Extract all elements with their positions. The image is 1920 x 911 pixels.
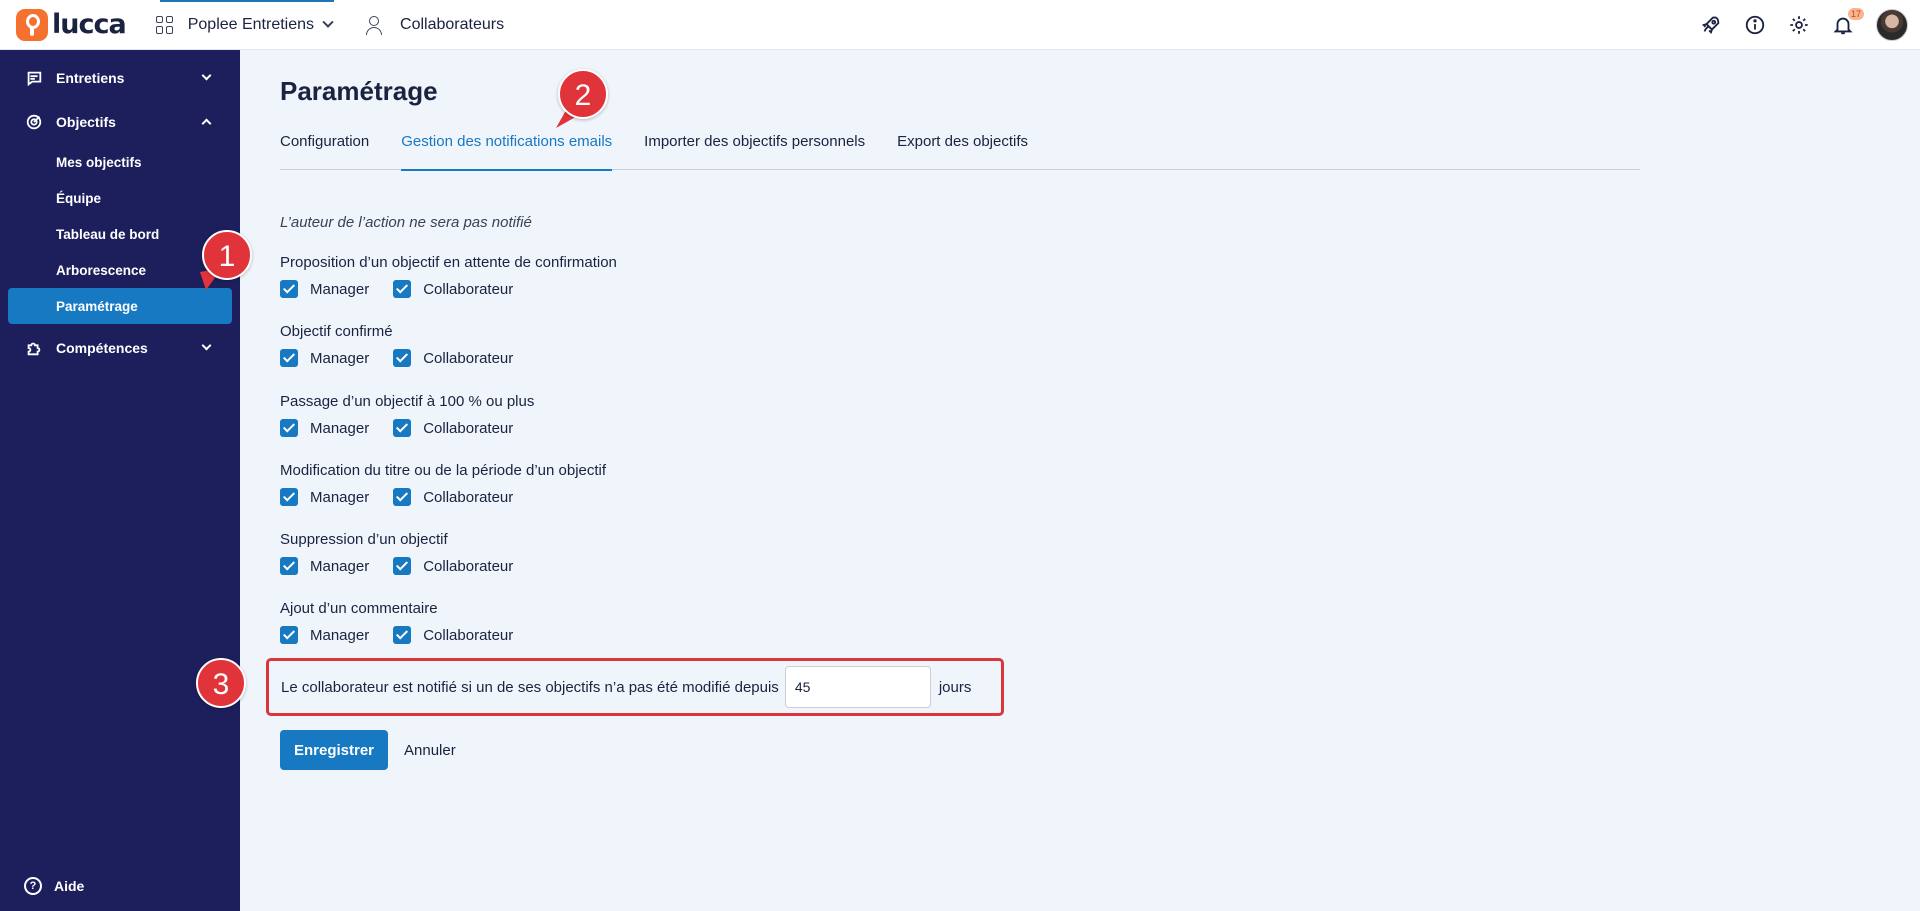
group-label: Proposition d’un objectif en attente de … bbox=[280, 254, 617, 271]
top-bar: lucca Poplee Entretiens Collaborateurs 1… bbox=[0, 0, 1920, 50]
rocket-icon[interactable] bbox=[1700, 14, 1722, 36]
collaborateur-checkbox[interactable]: Collaborateur bbox=[393, 280, 513, 298]
inactivity-delay-label: Le collaborateur est notifié si un de se… bbox=[281, 678, 779, 696]
sidebar-item-mes-objectifs[interactable]: Mes objectifs bbox=[0, 144, 240, 180]
sidebar-item-entretiens[interactable]: Entretiens bbox=[0, 56, 240, 100]
callout-badge-1: 1 bbox=[202, 230, 252, 280]
checkmark-icon bbox=[393, 626, 412, 644]
checkmark-icon bbox=[280, 280, 298, 298]
manager-checkbox[interactable]: Manager bbox=[280, 488, 369, 506]
sidebar-label-entretiens: Entretiens bbox=[56, 70, 125, 86]
chevron-down-icon bbox=[201, 70, 212, 81]
tab-export-objectifs[interactable]: Export des objectifs bbox=[897, 122, 1028, 170]
sidebar-item-competences[interactable]: Compétences bbox=[0, 326, 240, 370]
checkmark-icon bbox=[280, 349, 298, 367]
callout-badge-2: 2 bbox=[558, 69, 608, 119]
group-label: Modification du titre ou de la période d… bbox=[280, 462, 607, 479]
callout-badge-3: 3 bbox=[196, 658, 246, 708]
notification-group: Modification du titre ou de la période d… bbox=[280, 462, 1080, 506]
gear-icon[interactable] bbox=[1788, 14, 1810, 36]
chevron-down-icon bbox=[322, 16, 334, 28]
group-label: Objectif confirmé bbox=[280, 323, 393, 340]
tab-configuration[interactable]: Configuration bbox=[280, 122, 369, 170]
cancel-button[interactable]: Annuler bbox=[404, 730, 456, 770]
apps-grid-icon bbox=[155, 15, 174, 34]
checkmark-icon bbox=[280, 419, 298, 437]
tab-importer-objectifs[interactable]: Importer des objectifs personnels bbox=[644, 122, 865, 170]
collaborateurs-link[interactable]: Collaborateurs bbox=[366, 15, 505, 35]
sidebar-label-competences: Compétences bbox=[56, 340, 148, 356]
collaborateur-checkbox[interactable]: Collaborateur bbox=[393, 349, 513, 367]
manager-checkbox[interactable]: Manager bbox=[280, 557, 369, 575]
notification-group: Suppression d’un objectif Manager Collab… bbox=[280, 531, 1080, 575]
chevron-up-icon bbox=[201, 118, 212, 129]
collaborateur-checkbox[interactable]: Collaborateur bbox=[393, 488, 513, 506]
group-label: Suppression d’un objectif bbox=[280, 531, 448, 548]
app-name: Poplee Entretiens bbox=[187, 15, 315, 33]
checkmark-icon bbox=[280, 626, 298, 644]
collaborateur-checkbox[interactable]: Collaborateur bbox=[393, 626, 513, 644]
checkmark-icon bbox=[393, 419, 412, 437]
people-icon bbox=[366, 15, 386, 35]
lucca-logo[interactable]: lucca bbox=[16, 8, 127, 41]
tab-notifications-emails[interactable]: Gestion des notifications emails bbox=[401, 122, 612, 171]
lucca-logo-icon bbox=[16, 8, 48, 41]
logo-text: lucca bbox=[52, 9, 127, 40]
checkmark-icon bbox=[280, 488, 298, 506]
notification-group: Objectif confirmé Manager Collaborateur bbox=[280, 323, 1080, 367]
chat-icon bbox=[24, 68, 44, 88]
group-label: Ajout d’un commentaire bbox=[280, 600, 438, 617]
target-icon bbox=[24, 112, 44, 132]
checkmark-icon bbox=[393, 488, 412, 506]
checkmark-icon bbox=[393, 557, 412, 575]
help-icon: ? bbox=[24, 877, 42, 895]
sidebar: Entretiens Objectifs Mes objectifs Équip… bbox=[0, 50, 240, 911]
sidebar-item-equipe[interactable]: Équipe bbox=[0, 180, 240, 216]
sidebar-label-objectifs: Objectifs bbox=[56, 114, 116, 130]
checkmark-icon bbox=[280, 557, 298, 575]
bell-icon[interactable]: 17 bbox=[1832, 8, 1864, 36]
days-unit-label: jours bbox=[938, 678, 972, 696]
info-note: L’auteur de l’action ne sera pas notifié bbox=[280, 214, 532, 231]
notification-badge: 17 bbox=[1847, 8, 1864, 20]
save-button[interactable]: Enregistrer bbox=[280, 730, 388, 770]
sidebar-item-objectifs[interactable]: Objectifs bbox=[0, 100, 240, 144]
page-title: Paramétrage bbox=[280, 76, 438, 106]
inactivity-days-input[interactable] bbox=[784, 666, 931, 708]
inactivity-delay-row: Le collaborateur est notifié si un de se… bbox=[266, 658, 1004, 716]
collaborateur-checkbox[interactable]: Collaborateur bbox=[393, 557, 513, 575]
notification-group: Ajout d’un commentaire Manager Collabora… bbox=[280, 600, 1080, 644]
checkmark-icon bbox=[393, 280, 412, 298]
sidebar-item-parametrage[interactable]: Paramétrage bbox=[8, 288, 232, 324]
user-avatar[interactable] bbox=[1876, 9, 1908, 41]
group-label: Passage d’un objectif à 100 % ou plus bbox=[280, 393, 535, 410]
checkmark-icon bbox=[393, 349, 412, 367]
help-label: Aide bbox=[54, 878, 85, 894]
manager-checkbox[interactable]: Manager bbox=[280, 349, 369, 367]
help-link[interactable]: ? Aide bbox=[24, 877, 84, 895]
manager-checkbox[interactable]: Manager bbox=[280, 419, 369, 437]
tabs: Configuration Gestion des notifications … bbox=[280, 122, 1640, 171]
info-icon[interactable] bbox=[1744, 14, 1766, 36]
collaborateur-checkbox[interactable]: Collaborateur bbox=[393, 419, 513, 437]
notification-group: Proposition d’un objectif en attente de … bbox=[280, 254, 1080, 298]
manager-checkbox[interactable]: Manager bbox=[280, 626, 369, 644]
collaborateurs-label: Collaborateurs bbox=[400, 15, 505, 33]
app-switcher[interactable]: Poplee Entretiens bbox=[155, 0, 335, 50]
manager-checkbox[interactable]: Manager bbox=[280, 280, 369, 298]
notification-group: Passage d’un objectif à 100 % ou plus Ma… bbox=[280, 393, 1080, 437]
puzzle-icon bbox=[24, 338, 44, 358]
chevron-down-icon bbox=[201, 340, 212, 351]
